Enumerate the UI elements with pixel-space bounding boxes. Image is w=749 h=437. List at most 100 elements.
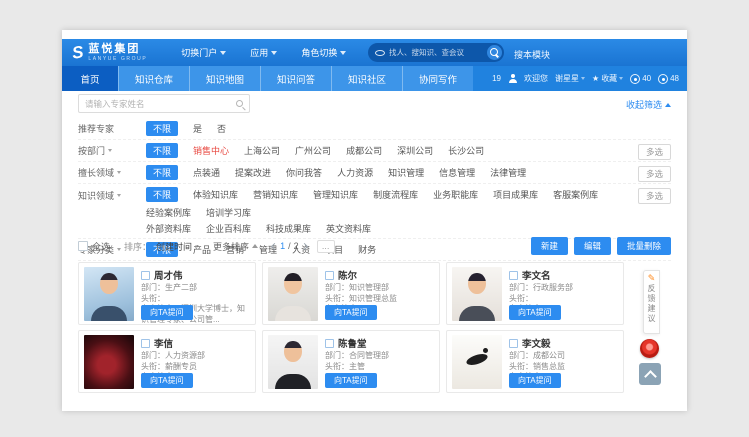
user-menu[interactable]: 谢星星 [555,73,585,84]
filter-option[interactable]: 体验知识库 [193,188,238,201]
card-checkbox[interactable] [141,271,150,280]
expert-card[interactable]: 李文名 部门：行政服务部 头衔： 专家简介： 向TA提问 [446,262,624,325]
expert-name[interactable]: 李文毅 [522,336,551,350]
nav-tab-knowledge-map[interactable]: 知识地图 [189,66,260,91]
filter-option[interactable]: 经验案例库 [146,206,191,219]
global-search-bar[interactable] [368,43,504,62]
rose-widget-icon[interactable] [640,339,659,358]
filter-option[interactable]: 项目成果库 [493,188,538,201]
filter-option[interactable]: 你问我答 [286,166,322,179]
ask-expert-button[interactable]: 向TA提问 [141,305,193,320]
filter-option[interactable]: 上海公司 [244,144,280,157]
menu-switch-portal[interactable]: 切换门户 [181,46,226,59]
nav-tab-knowledge-community[interactable]: 知识社区 [331,66,402,91]
multi-select-button[interactable]: 多选 [638,188,671,204]
expert-name[interactable]: 陈尔 [338,268,357,282]
ask-expert-button[interactable]: 向TA提问 [325,373,377,388]
multi-select-button[interactable]: 多选 [638,144,671,160]
filter-option[interactable]: 营销知识库 [253,188,298,201]
card-checkbox[interactable] [325,339,334,348]
expert-name[interactable]: 李信 [154,336,173,350]
nav-tab-knowledge-qa[interactable]: 知识问答 [260,66,331,91]
stat-badge-2[interactable]: 48 [658,74,679,84]
search-icon[interactable] [487,45,502,60]
filter-option-selected[interactable]: 不限 [146,165,178,180]
more-sort-toggle[interactable]: 更多排序 [213,240,258,253]
filter-option-selected[interactable]: 不限 [146,187,178,202]
nav-tab-knowledge-repo[interactable]: 知识仓库 [118,66,189,91]
select-all-label[interactable]: 全选 [92,240,110,253]
menu-apps[interactable]: 应用 [250,46,277,59]
global-search-input[interactable] [385,48,487,57]
expert-name[interactable]: 李文名 [522,268,551,282]
expert-card[interactable]: 周才伟 部门：生产二部 头衔： 专家简介：深圳大学博士，知识管理专家、公司管..… [78,262,256,325]
filter-option[interactable]: 深圳公司 [397,144,433,157]
filter-option[interactable]: 广州公司 [295,144,331,157]
filter-option[interactable]: 客服案例库 [553,188,598,201]
multi-select-button[interactable]: 多选 [638,166,671,182]
stat-badge-1[interactable]: 40 [630,74,651,84]
ask-expert-button[interactable]: 向TA提问 [509,305,561,320]
batch-delete-button[interactable]: 批量删除 [617,237,671,255]
module-search-link[interactable]: 搜本模块 [514,48,550,61]
prev-page-icon[interactable] [271,242,278,249]
filter-option-selected[interactable]: 不限 [146,143,178,158]
user-icon [508,74,517,83]
filter-option[interactable]: 管理知识库 [313,188,358,201]
sort-dropdown[interactable]: 排序： 创建时间 [124,240,199,253]
expert-card[interactable]: 李信 部门：人力资源部 头衔：薪酬专员 专家简介： 向TA提问 [78,330,256,393]
filter-label-expertise[interactable]: 擅长领域 [78,166,146,179]
ask-expert-button[interactable]: 向TA提问 [141,373,193,388]
select-all-checkbox[interactable] [78,241,88,251]
filter-option[interactable]: 信息管理 [439,166,475,179]
expert-card[interactable]: 陈尔 部门：知识管理部 头衔：知识管理总监 专家简介： 向TA提问 [262,262,440,325]
filter-option[interactable]: 长沙公司 [448,144,484,157]
voice-search-icon[interactable] [375,50,385,56]
next-page-icon[interactable] [301,242,308,249]
collapse-filter-link[interactable]: 收起筛选 [626,98,671,111]
filter-option[interactable]: 是 [193,122,202,135]
card-checkbox[interactable] [509,271,518,280]
notification-count[interactable]: 19 [492,74,501,83]
favorites-menu[interactable]: ★收藏 [592,73,623,84]
expert-name-search[interactable] [78,94,250,113]
nav-tab-collaborative-writing[interactable]: 协同写作 [402,66,473,91]
nav-tab-home[interactable]: 首页 [62,66,118,91]
logo[interactable]: S 蓝悦集团 LANYUE GROUP [72,44,147,62]
filter-option[interactable]: 人力资源 [337,166,373,179]
filter-option[interactable]: 培训学习库 [206,206,251,219]
expert-card[interactable]: 陈鲁堂 部门：合同管理部 头衔：主管 向TA提问 [262,330,440,393]
expert-card[interactable]: 李文毅 部门：成都公司 头衔：销售总监 专家简介： 向TA提问 [446,330,624,393]
back-to-top-button[interactable] [639,363,661,385]
filter-label-knowledge-domain[interactable]: 知识领域 [78,187,146,202]
filter-option[interactable]: 业务职能库 [433,188,478,201]
username: 谢星星 [555,73,579,84]
filter-option-selected[interactable]: 不限 [146,121,178,136]
ask-expert-button[interactable]: 向TA提问 [325,305,377,320]
menu-role-switch[interactable]: 角色切换 [301,46,346,59]
more-pages-button[interactable]: … [317,240,335,253]
expert-title: 头衔： [141,294,251,305]
filter-option[interactable]: 法律管理 [490,166,526,179]
search-icon[interactable] [236,100,243,107]
filter-option[interactable]: 提案改进 [235,166,271,179]
edit-button[interactable]: 编辑 [574,237,611,255]
filter-option[interactable]: 点装通 [193,166,220,179]
filter-option[interactable]: 制度流程库 [373,188,418,201]
card-checkbox[interactable] [325,271,334,280]
filter-option[interactable]: 知识管理 [388,166,424,179]
expert-name[interactable]: 陈鲁堂 [338,336,367,350]
feedback-tab[interactable]: ✎ 反馈建议 [643,270,660,334]
new-button[interactable]: 新建 [531,237,568,255]
filter-option[interactable]: 成都公司 [346,144,382,157]
expert-name-input[interactable] [85,99,236,109]
ask-expert-button[interactable]: 向TA提问 [509,373,561,388]
expert-dept: 部门：知识管理部 [325,283,435,294]
filter-option-highlighted[interactable]: 销售中心 [193,144,229,157]
filter-option[interactable]: 否 [217,122,226,135]
card-checkbox[interactable] [509,339,518,348]
expert-name[interactable]: 周才伟 [154,268,183,282]
card-checkbox[interactable] [141,339,150,348]
expert-dept: 部门：生产二部 [141,283,251,294]
filter-label-department[interactable]: 按部门 [78,144,146,157]
